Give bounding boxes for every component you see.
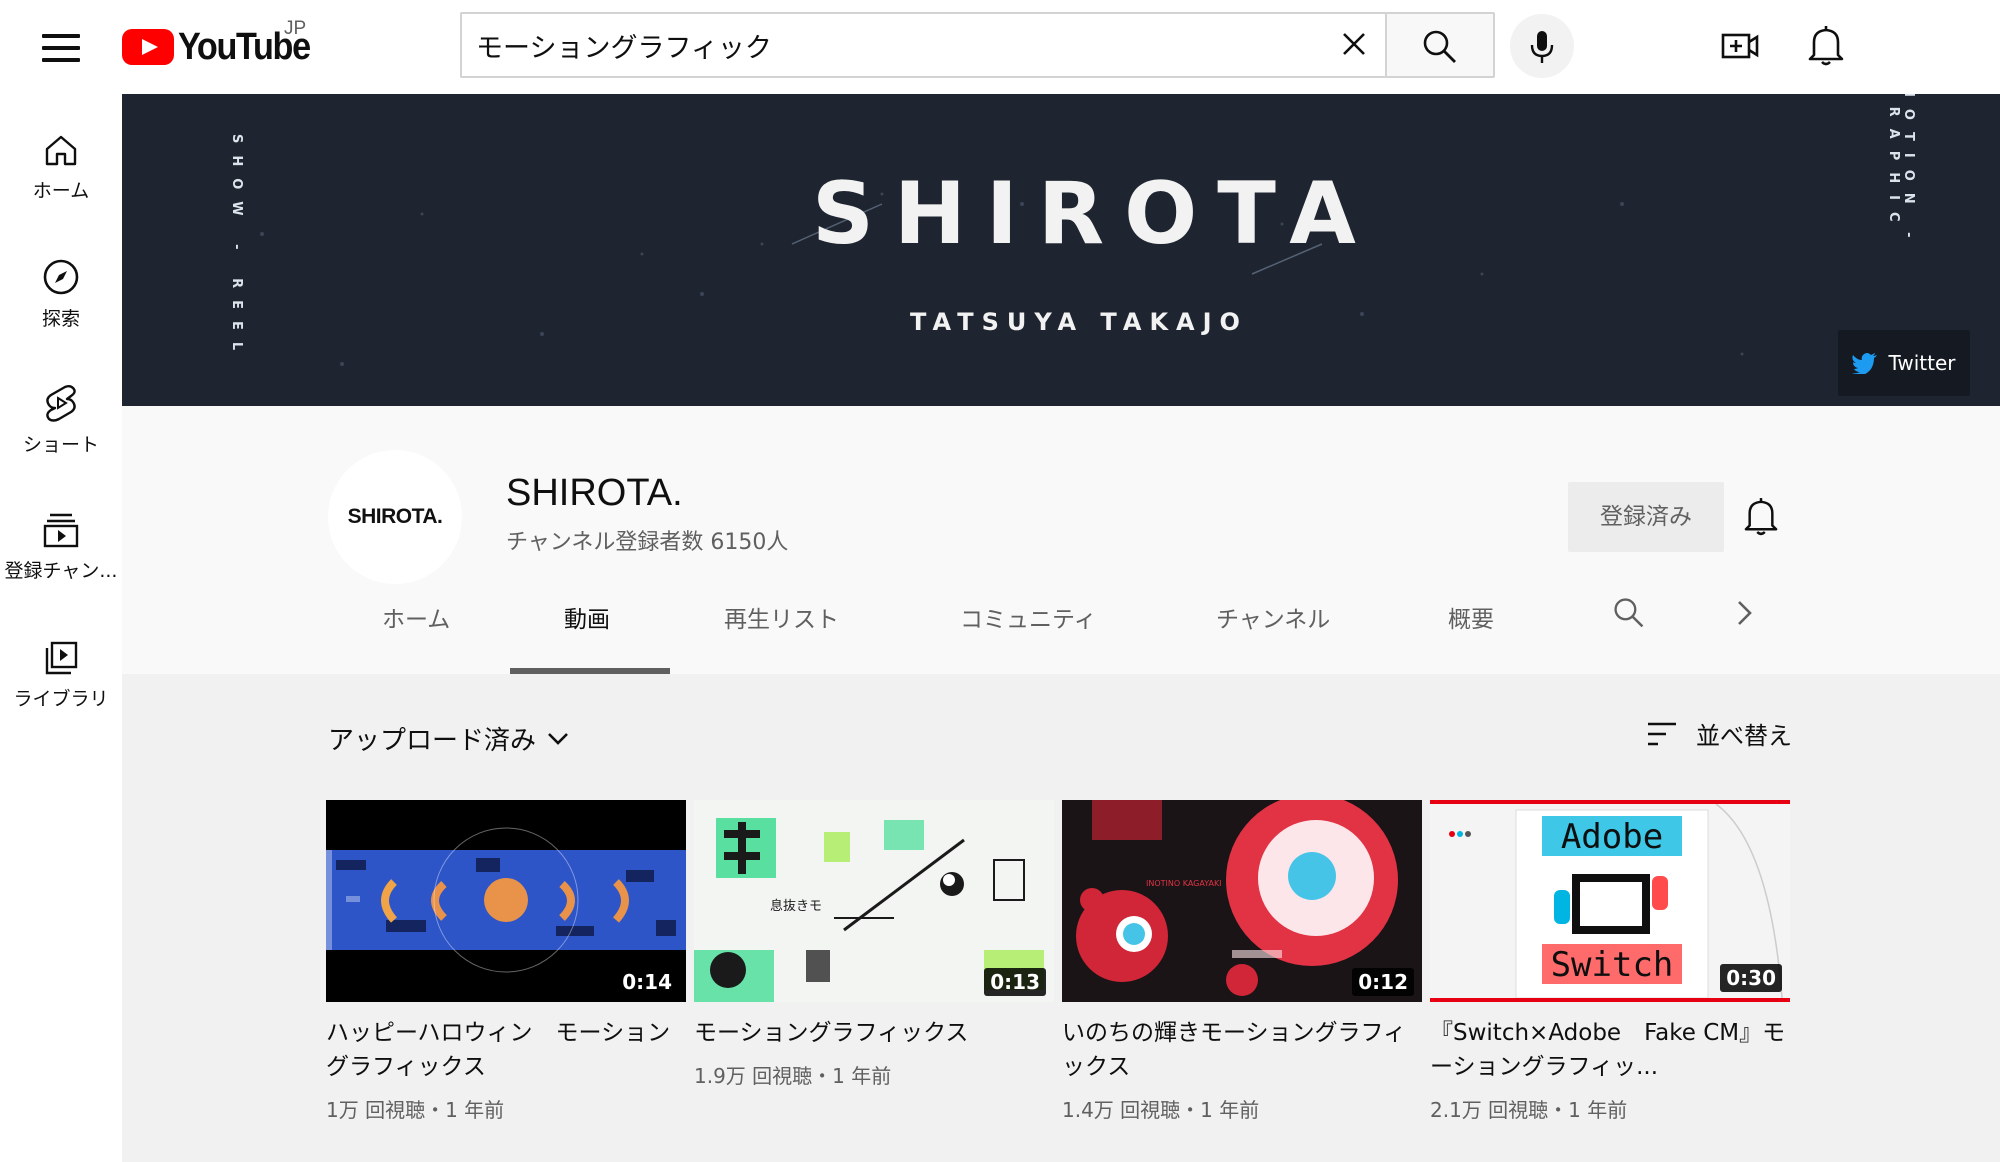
search-icon <box>1423 30 1456 63</box>
video-title[interactable]: ハッピーハロウィン モーショングラフィックス <box>326 1016 686 1084</box>
tab-videos[interactable]: 動画 <box>564 600 610 634</box>
tab-community[interactable]: コミュニティ <box>960 600 1097 634</box>
video-card: 0:14 ハッピーハロウィン モーショングラフィックス 1万 回視聴・1 年前 <box>326 800 686 1123</box>
notifications-icon[interactable] <box>1808 24 1844 66</box>
banner-side-text-left: SHOW - REEL <box>229 134 244 363</box>
rail-item-explore[interactable]: 探索 <box>0 258 122 368</box>
chevron-down-icon <box>548 732 568 745</box>
thumbnail-caption: 息抜きモ <box>770 898 822 914</box>
compass-icon <box>43 259 79 295</box>
switch-word: Switch <box>1551 945 1674 985</box>
rail-item-subscriptions[interactable]: 登録チャン... <box>0 512 122 622</box>
region-code: JP <box>284 18 307 39</box>
rail-item-label: 登録チャン... <box>4 560 118 582</box>
videos-section: アップロード済み 並べ替え 0:14 ハッピーハロウィン モーショングラフィック… <box>122 674 2000 1162</box>
sort-button[interactable]: 並べ替え <box>1646 716 1792 751</box>
adobe-word: Adobe <box>1561 817 1663 857</box>
video-thumbnail[interactable]: 息抜きモ 0:13 <box>694 800 1054 1002</box>
banner-subtitle: TATSUYA TAKAJO <box>910 308 1248 336</box>
subscribed-button[interactable]: 登録済み <box>1568 482 1724 552</box>
home-icon <box>45 135 77 166</box>
upload-filter-dropdown[interactable]: アップロード済み <box>328 720 570 757</box>
video-meta: 1.4万 回視聴・1 年前 <box>1062 1098 1260 1122</box>
rail-item-label: ホーム <box>32 180 90 202</box>
rail-item-label: ショート <box>22 434 99 456</box>
rail-item-shorts[interactable]: ショート <box>0 384 122 494</box>
video-duration: 0:14 <box>616 968 678 996</box>
search-box <box>460 12 1385 78</box>
channel-banner: SHOW - REEL MOTION - GRAPHIC SHIROTA TAT… <box>122 94 2000 406</box>
tab-home[interactable]: ホーム <box>382 600 450 634</box>
video-meta: 1万 回視聴・1 年前 <box>326 1098 505 1122</box>
video-meta: 1.9万 回視聴・1 年前 <box>694 1064 892 1088</box>
channel-name: SHIROTA. <box>506 472 683 514</box>
video-title[interactable]: 『Switch×Adobe Fake CM』モーショングラフィッ... <box>1430 1016 1790 1084</box>
tab-playlists[interactable]: 再生リスト <box>724 600 839 634</box>
filter-label: アップロード済み <box>328 726 537 756</box>
rail-item-label: ライブラリ <box>13 688 109 710</box>
sort-icon <box>1648 722 1676 745</box>
shorts-icon <box>46 385 76 422</box>
sort-label: 並べ替え <box>1696 722 1792 750</box>
video-meta: 2.1万 回視聴・1 年前 <box>1430 1098 1628 1122</box>
video-title[interactable]: モーショングラフィックス <box>694 1016 1054 1050</box>
chevron-right-icon[interactable] <box>1734 598 1756 628</box>
video-thumbnail[interactable]: 0:14 <box>326 800 686 1002</box>
twitter-link[interactable]: Twitter <box>1838 330 1970 396</box>
video-title[interactable]: いのちの輝きモーショングラフィックス <box>1062 1016 1422 1084</box>
video-card: INOTINO KAGAYAKI 0:12 いのちの輝きモーショングラフィックス… <box>1062 800 1422 1123</box>
rail-item-home[interactable]: ホーム <box>0 132 122 242</box>
tab-about[interactable]: 概要 <box>1448 600 1494 634</box>
video-card: 息抜きモ 0:13 モーショングラフィックス 1.9万 回視聴・1 年前 <box>694 800 1054 1089</box>
library-icon <box>45 641 78 675</box>
video-duration: 0:13 <box>984 968 1046 996</box>
microphone-icon <box>1530 31 1554 63</box>
search-button[interactable] <box>1385 12 1495 78</box>
banner-title: SHIROTA <box>812 164 1376 264</box>
clear-search-icon[interactable] <box>1336 26 1372 62</box>
video-duration: 0:30 <box>1720 964 1782 992</box>
thumbnail-caption: INOTINO KAGAYAKI <box>1146 879 1222 888</box>
video-thumbnail[interactable]: INOTINO KAGAYAKI 0:12 <box>1062 800 1422 1002</box>
twitter-label: Twitter <box>1888 351 1956 375</box>
rail-item-library[interactable]: ライブラリ <box>0 640 122 750</box>
video-thumbnail[interactable]: Adobe Switch 0:30 <box>1430 800 1790 1002</box>
voice-search-button[interactable] <box>1510 14 1574 78</box>
subscriber-count: チャンネル登録者数 6150人 <box>506 530 789 555</box>
create-video-icon[interactable] <box>1720 26 1760 66</box>
guide-rail: ホーム 探索 ショート 登録チャン... ライブラリ <box>0 94 122 1162</box>
search-input[interactable] <box>476 14 1296 76</box>
video-card: Adobe Switch 0:30 『Switch×Adobe Fake CM』… <box>1430 800 1790 1123</box>
channel-search-icon[interactable] <box>1612 596 1646 630</box>
channel-notification-bell-icon[interactable] <box>1744 496 1778 536</box>
channel-tabs: ホーム 動画 再生リスト コミュニティ チャンネル 概要 <box>122 556 2000 674</box>
channel-header: SHIROTA. SHIROTA. チャンネル登録者数 6150人 登録済み ホ… <box>122 406 2000 674</box>
subscriptions-icon <box>43 513 79 548</box>
menu-icon[interactable] <box>38 28 84 66</box>
twitter-bird-icon <box>1852 353 1878 374</box>
rail-item-label: 探索 <box>41 308 80 330</box>
tab-channels[interactable]: チャンネル <box>1216 600 1330 634</box>
video-duration: 0:12 <box>1352 968 1414 996</box>
play-logo-icon <box>122 29 174 65</box>
masthead: YouTube JP <box>0 0 2000 94</box>
